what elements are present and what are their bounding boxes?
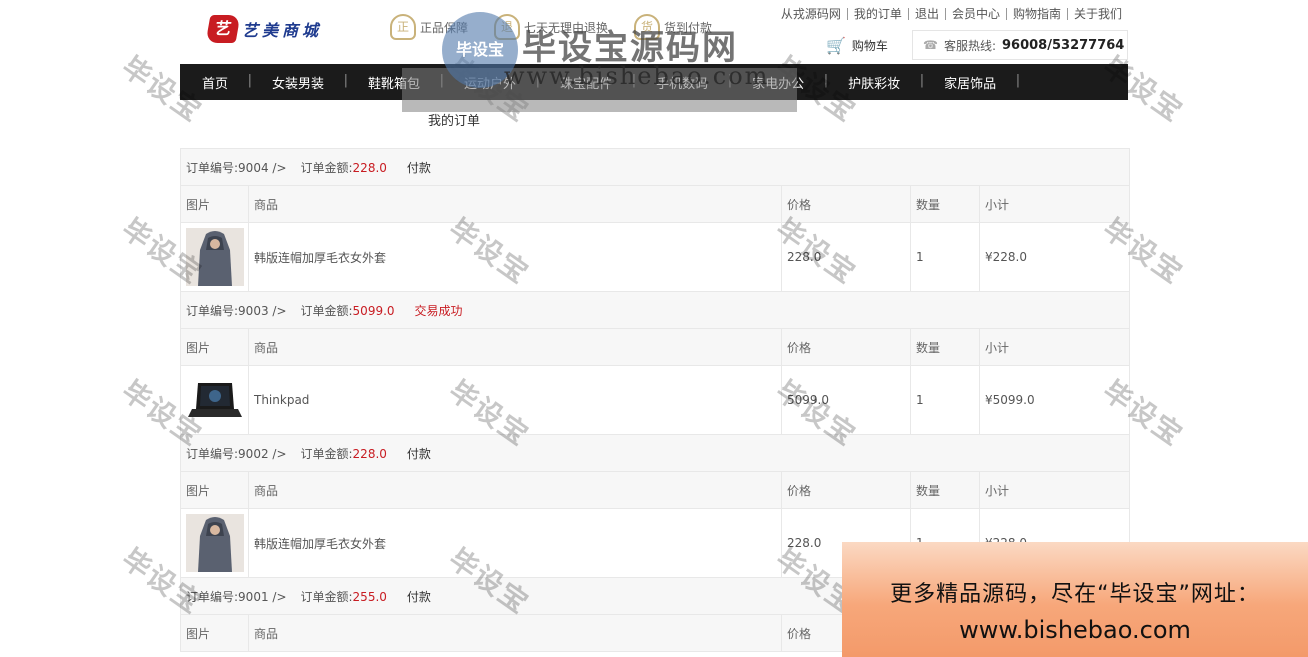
order-header-row: 图片 商品 价格 数量 小计	[180, 185, 1131, 223]
nav-item-apparel[interactable]: 女装男装	[250, 73, 348, 92]
cart-icon: 🛒	[826, 36, 846, 55]
cart-label: 购物车	[851, 39, 888, 53]
table-row: Thinkpad 5099.0 1 ¥5099.0	[180, 365, 1131, 435]
order-header-row: 图片 商品 价格 数量 小计	[180, 328, 1131, 366]
col-qty: 数量	[910, 328, 980, 366]
order-number: 订单编号:9003 />	[186, 303, 287, 318]
col-image: 图片	[180, 328, 249, 366]
link-my-orders[interactable]: 我的订单	[848, 8, 909, 20]
promo-line1: 更多精品源码，尽在“毕设宝”网址：	[890, 582, 1260, 607]
shield-icon: 正	[390, 14, 416, 40]
order-status: 交易成功	[414, 303, 463, 318]
order-meta-row: 订单编号:9004 /> 订单金额:228.0 付款	[179, 148, 1131, 186]
logo-mark: 艺	[205, 15, 241, 43]
logo-text: 艺美商城	[242, 21, 323, 40]
order-number: 订单编号:9001 />	[186, 589, 287, 604]
col-image: 图片	[180, 614, 249, 652]
page-title: 我的订单	[428, 114, 481, 129]
product-qty: 1	[910, 222, 980, 292]
nav-item-sports[interactable]: 运动户外	[442, 73, 540, 92]
order-amount-label: 订单金额:	[300, 589, 353, 604]
order-pay-link[interactable]: 付款	[407, 590, 431, 604]
product-subtotal: ¥228.0	[978, 222, 1131, 292]
page: 艺 艺美商城 正 正品保障 退 七天无理由退换 货 货到付款 从戎源码网 我的订…	[0, 0, 1308, 657]
guarantee-cod: 货 货到付款	[634, 14, 712, 40]
hotline-label: 客服热线:	[943, 38, 996, 53]
product-name[interactable]: 韩版连帽加厚毛衣女外套	[248, 222, 782, 292]
col-image: 图片	[180, 471, 249, 509]
product-subtotal: ¥5099.0	[978, 365, 1131, 435]
col-qty: 数量	[910, 471, 980, 509]
nav-item-shoes-bags[interactable]: 鞋靴箱包	[346, 73, 444, 92]
order-meta-row: 订单编号:9002 /> 订单金额:228.0 付款	[179, 434, 1131, 472]
link-about-us[interactable]: 关于我们	[1068, 8, 1122, 20]
hotline-number: 96008/53277764	[1002, 37, 1125, 53]
col-product: 商品	[248, 328, 782, 366]
order-header-row: 图片 商品 价格 数量 小计	[180, 471, 1131, 509]
link-logout[interactable]: 退出	[909, 8, 946, 20]
col-subtotal: 小计	[978, 185, 1131, 223]
nav-item-jewelry[interactable]: 珠宝配件	[538, 73, 636, 92]
product-price: 5099.0	[781, 365, 911, 435]
col-price: 价格	[781, 185, 911, 223]
product-thumbnail-sweater[interactable]	[186, 514, 244, 572]
link-member-center[interactable]: 会员中心	[946, 8, 1007, 20]
nav-item-cosmetics[interactable]: 护肤彩妆	[826, 73, 924, 92]
order-amount-label: 订单金额:	[300, 160, 353, 175]
site-logo[interactable]: 艺 艺美商城	[205, 14, 323, 44]
col-product: 商品	[248, 471, 782, 509]
nav-item-home[interactable]: 首页	[180, 73, 252, 92]
shield-icon: 退	[494, 14, 521, 40]
order-number: 订单编号:9004 />	[186, 160, 287, 175]
order-amount: 228.0	[352, 446, 387, 461]
nav-item-appliances[interactable]: 家电办公	[730, 73, 828, 92]
order-amount-label: 订单金额:	[300, 303, 353, 318]
nav-item-home-decor[interactable]: 家居饰品	[922, 73, 1020, 92]
order-pay-link[interactable]: 付款	[407, 161, 431, 175]
product-name[interactable]: Thinkpad	[248, 365, 782, 435]
top-links: 从戎源码网 我的订单 退出 会员中心 购物指南 关于我们	[775, 8, 1122, 20]
col-price: 价格	[781, 328, 911, 366]
phone-icon: ☎	[923, 38, 938, 52]
col-qty: 数量	[910, 185, 980, 223]
product-name[interactable]: 韩版连帽加厚毛衣女外套	[248, 508, 782, 578]
order-amount-label: 订单金额:	[300, 446, 353, 461]
order-number: 订单编号:9002 />	[186, 446, 287, 461]
service-guarantees: 正 正品保障 退 七天无理由退换 货 货到付款	[390, 14, 712, 40]
col-image: 图片	[180, 185, 249, 223]
link-site-home[interactable]: 从戎源码网	[775, 8, 848, 20]
product-thumbnail-laptop[interactable]	[186, 371, 244, 429]
guarantee-authentic: 正 正品保障	[390, 14, 468, 40]
col-subtotal: 小计	[978, 328, 1131, 366]
guarantee-label: 货到付款	[664, 20, 713, 35]
order-pay-link[interactable]: 付款	[407, 447, 431, 461]
cart-button[interactable]: 🛒 购物车	[826, 36, 888, 55]
col-price: 价格	[781, 471, 911, 509]
order-meta-row: 订单编号:9003 /> 订单金额:5099.0 交易成功	[179, 291, 1131, 329]
guarantee-label: 七天无理由退换	[524, 20, 609, 35]
order-amount: 228.0	[352, 160, 387, 175]
promo-banner: 更多精品源码，尽在“毕设宝”网址： www.bishebao.com	[842, 542, 1308, 657]
product-qty: 1	[910, 365, 980, 435]
col-subtotal: 小计	[978, 471, 1131, 509]
table-row: 韩版连帽加厚毛衣女外套 228.0 1 ¥228.0	[180, 222, 1131, 292]
order-amount: 255.0	[352, 589, 387, 604]
col-product: 商品	[248, 614, 782, 652]
guarantee-label: 正品保障	[420, 20, 469, 35]
hotline-box: ☎ 客服热线: 96008/53277764	[912, 30, 1128, 60]
promo-line2: www.bishebao.com	[959, 616, 1191, 644]
product-price: 228.0	[781, 222, 911, 292]
link-shopping-guide[interactable]: 购物指南	[1007, 8, 1068, 20]
nav-item-digital[interactable]: 手机数码	[634, 73, 732, 92]
order-amount: 5099.0	[352, 303, 395, 318]
main-nav: 首页 女装男装 鞋靴箱包 运动户外 珠宝配件 手机数码 家电办公 护肤彩妆 家居…	[180, 64, 1128, 100]
order-table: 订单编号:9004 /> 订单金额:228.0 付款 图片 商品 价格 数量 小计	[179, 148, 1131, 292]
shield-icon: 货	[634, 14, 661, 40]
guarantee-return: 退 七天无理由退换	[494, 14, 608, 40]
order-table: 订单编号:9003 /> 订单金额:5099.0 交易成功 图片 商品 价格 数量 …	[179, 291, 1131, 435]
product-thumbnail-sweater[interactable]	[186, 228, 244, 286]
col-product: 商品	[248, 185, 782, 223]
